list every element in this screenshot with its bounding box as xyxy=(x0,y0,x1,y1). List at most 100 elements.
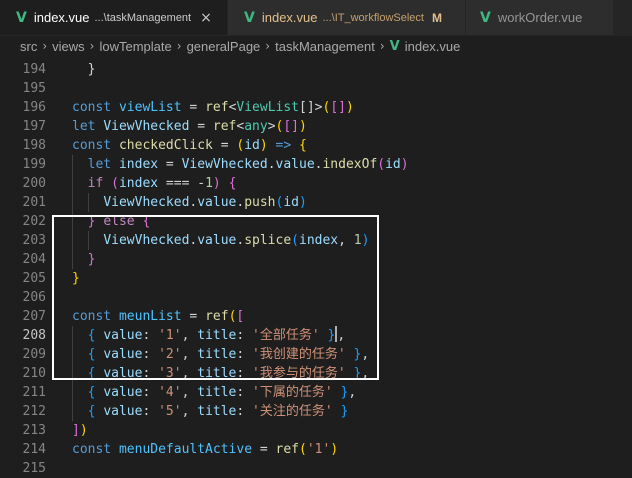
code-token: } xyxy=(72,271,80,286)
code-token: '我创建的任务' xyxy=(252,347,346,362)
code-token: indexOf xyxy=(322,157,378,172)
breadcrumb-item[interactable]: taskManagement xyxy=(275,39,375,54)
code-text: const viewList = ref<ViewList[]>([]) xyxy=(72,98,354,117)
code-token: meunList xyxy=(118,309,182,324)
code-line[interactable]: 207 const meunList = ref([ xyxy=(0,307,632,326)
code-token: '我参与的任务' xyxy=(252,366,346,381)
code-token: value xyxy=(103,366,143,381)
code-line[interactable]: 197 let ViewVhecked = ref<any>([]) xyxy=(0,117,632,136)
chevron-right-icon: › xyxy=(379,39,385,53)
code-token: } xyxy=(72,62,96,77)
code-line[interactable]: 201 ViewVhecked.value.push(id) xyxy=(0,193,632,212)
code-token: id xyxy=(283,195,299,210)
code-line[interactable]: 203 ViewVhecked.value.splice(index, 1) xyxy=(0,231,632,250)
code-text: ViewVhecked.value.splice(index, 1) xyxy=(72,231,369,250)
line-number: 207 xyxy=(22,309,46,324)
code-token: = xyxy=(158,157,182,172)
code-token: ( xyxy=(111,176,119,191)
code-token: ) xyxy=(79,423,88,438)
code-editor[interactable]: 194 } 195 196 const viewList = ref<ViewList… xyxy=(0,60,632,476)
code-line[interactable]: 215 xyxy=(0,459,632,478)
code-token: '1' xyxy=(306,442,331,457)
indent-guide xyxy=(88,193,89,212)
code-line[interactable]: 212 { value: '5', title: '关注的任务' } xyxy=(0,402,632,421)
code-line[interactable]: 198 const checkedClick = (id) => { xyxy=(0,136,632,155)
code-token: let xyxy=(72,119,104,134)
code-token: ) xyxy=(330,442,339,457)
code-line[interactable]: 202 } else { xyxy=(0,212,632,231)
code-line[interactable]: 211 { value: '4', title: '下属的任务' }, xyxy=(0,383,632,402)
line-number: 194 xyxy=(22,62,46,77)
breadcrumb-item[interactable]: index.vue xyxy=(405,39,461,54)
code-line[interactable]: 213]) xyxy=(0,421,632,440)
code-token: = xyxy=(189,119,213,134)
line-number: 198 xyxy=(22,138,46,153)
code-token: : xyxy=(142,366,159,381)
breadcrumb-item[interactable]: generalPage xyxy=(187,39,261,54)
code-text: { value: '5', title: '关注的任务' } xyxy=(72,402,349,421)
code-token: = xyxy=(252,442,276,457)
code-text: { value: '1', title: '全部任务' }, xyxy=(72,326,345,345)
breadcrumb-item[interactable]: src xyxy=(20,39,37,54)
code-line[interactable]: 209 { value: '2', title: '我创建的任务' }, xyxy=(0,345,632,364)
editor-tab[interactable]: VworkOrder.vue xyxy=(466,0,614,35)
code-token: ) xyxy=(212,176,221,191)
code-text: const checkedClick = (id) => { xyxy=(72,136,307,155)
code-token: , xyxy=(348,385,357,400)
chevron-right-icon: › xyxy=(42,39,48,53)
code-token: : xyxy=(236,404,253,419)
line-number: 214 xyxy=(22,442,46,457)
line-number: 200 xyxy=(22,176,46,191)
code-token: , xyxy=(338,233,354,248)
code-token: index xyxy=(118,157,159,172)
code-token: ref xyxy=(205,100,229,115)
line-number: 204 xyxy=(22,252,46,267)
line-number: 213 xyxy=(22,423,46,438)
code-token: , xyxy=(181,366,198,381)
code-token: ( xyxy=(377,157,386,172)
close-icon[interactable]: × xyxy=(200,10,212,26)
code-token: push xyxy=(244,195,276,210)
code-token: : xyxy=(236,328,253,343)
tab-label: index.vue xyxy=(261,10,318,25)
code-token: title xyxy=(197,385,237,400)
code-line[interactable]: 210 { value: '3', title: '我参与的任务' }, xyxy=(0,364,632,383)
code-line[interactable]: 214 const menuDefaultActive = ref('1') xyxy=(0,440,632,459)
code-token: '4' xyxy=(158,385,182,400)
code-token: ] xyxy=(291,119,299,134)
editor-tab[interactable]: Vindex.vue ...\IT_workflowSelect M xyxy=(228,0,466,35)
code-token: value xyxy=(103,347,143,362)
code-token: index xyxy=(299,233,339,248)
code-token: '2' xyxy=(158,347,182,362)
code-line[interactable]: 195 xyxy=(0,79,632,98)
line-number: 205 xyxy=(22,271,46,286)
code-line[interactable]: 208 { value: '1', title: '全部任务' }, xyxy=(0,326,632,345)
code-token: , xyxy=(181,328,198,343)
code-token: value xyxy=(103,404,143,419)
code-line[interactable]: 205} xyxy=(0,269,632,288)
code-token: ViewVhecked xyxy=(181,157,268,172)
code-line[interactable]: 200 if (index === -1) { xyxy=(0,174,632,193)
breadcrumb-item[interactable]: views xyxy=(52,39,85,54)
code-line[interactable]: 199 let index = ViewVhecked.value.indexO… xyxy=(0,155,632,174)
code-line[interactable]: 206 xyxy=(0,288,632,307)
code-text: } else { xyxy=(72,212,151,231)
code-line[interactable]: 194 } xyxy=(0,60,632,79)
code-token: ] xyxy=(338,100,346,115)
code-token: if xyxy=(87,176,104,191)
code-token: = xyxy=(181,309,206,324)
breadcrumb-item[interactable]: lowTemplate xyxy=(99,39,171,54)
line-number: 206 xyxy=(22,290,46,305)
code-line[interactable]: 196 const viewList = ref<ViewList[]>([]) xyxy=(0,98,632,117)
code-text: } xyxy=(72,269,80,288)
code-token: > xyxy=(267,119,276,134)
code-token: index xyxy=(118,176,159,191)
editor-tab[interactable]: Vindex.vue ...\taskManagement × xyxy=(0,0,228,35)
code-token: title xyxy=(197,366,237,381)
code-line[interactable]: 204 } xyxy=(0,250,632,269)
